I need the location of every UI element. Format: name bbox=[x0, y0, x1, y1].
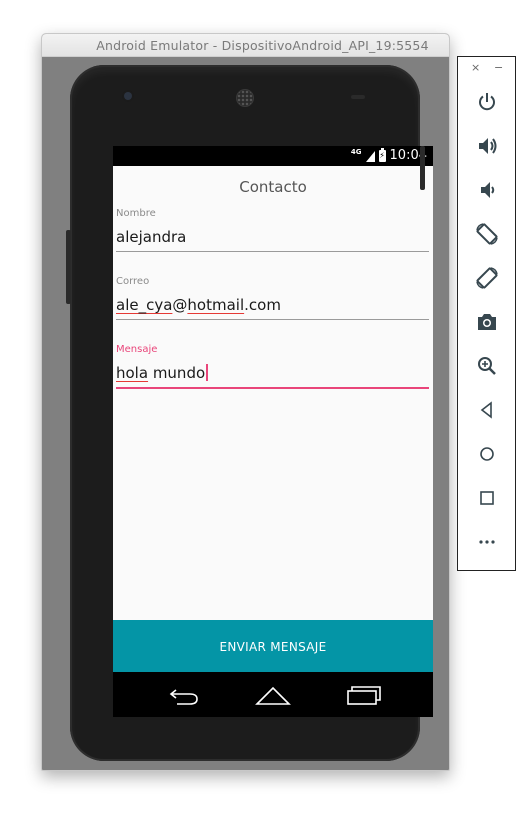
correo-value-at: @ bbox=[172, 296, 188, 314]
mensaje-value-word2: mundo bbox=[148, 364, 206, 382]
nombre-input[interactable]: alejandra bbox=[116, 227, 429, 252]
emulator-toolbar: × − bbox=[457, 56, 516, 571]
recents-icon[interactable] bbox=[343, 682, 383, 708]
correo-label: Correo bbox=[116, 276, 150, 287]
status-bar: 4G 10:04 bbox=[113, 146, 433, 166]
proximity-sensor bbox=[351, 95, 365, 99]
earpiece-speaker bbox=[236, 89, 254, 107]
nombre-field: Nombre alejandra bbox=[116, 208, 429, 252]
navigation-bar bbox=[113, 672, 433, 717]
phone-frame: 4G 10:04 Contacto Nombre alejandra Corre… bbox=[70, 65, 433, 761]
power-icon[interactable] bbox=[474, 89, 500, 115]
send-message-button[interactable]: ENVIAR MENSAJE bbox=[113, 620, 433, 672]
toolbar-minimize-button[interactable]: − bbox=[494, 61, 503, 74]
mensaje-field: Mensaje hola mundo bbox=[116, 344, 429, 389]
volume-side-button bbox=[66, 230, 71, 304]
window-titlebar[interactable]: Android Emulator - DispositivoAndroid_AP… bbox=[42, 34, 449, 57]
home-icon[interactable] bbox=[253, 682, 293, 708]
mensaje-input[interactable]: hola mundo bbox=[116, 363, 429, 389]
toolbar-back-icon[interactable] bbox=[474, 397, 500, 423]
correo-value-domain: hotmail bbox=[187, 296, 245, 314]
rotate-left-icon[interactable] bbox=[474, 221, 500, 247]
toolbar-close-button[interactable]: × bbox=[471, 61, 480, 74]
correo-value-user: ale_cya bbox=[116, 296, 173, 314]
device-screen: 4G 10:04 Contacto Nombre alejandra Corre… bbox=[113, 146, 433, 717]
back-icon[interactable] bbox=[164, 682, 204, 708]
correo-field: Correo ale_cya@hotmail.com bbox=[116, 276, 429, 320]
text-cursor bbox=[206, 364, 208, 381]
emulator-window: Android Emulator - DispositivoAndroid_AP… bbox=[41, 33, 450, 771]
nombre-value: alejandra bbox=[116, 228, 187, 246]
window-title: Android Emulator - DispositivoAndroid_AP… bbox=[96, 38, 429, 53]
overview-icon[interactable] bbox=[474, 485, 500, 511]
volume-up-icon[interactable] bbox=[474, 133, 500, 159]
more-icon[interactable] bbox=[474, 529, 500, 555]
rotate-right-icon[interactable] bbox=[474, 265, 500, 291]
nombre-label: Nombre bbox=[116, 208, 156, 219]
mensaje-label: Mensaje bbox=[116, 344, 158, 355]
power-side-button bbox=[420, 146, 425, 190]
correo-input[interactable]: ale_cya@hotmail.com bbox=[116, 295, 429, 320]
toolbar-home-icon[interactable] bbox=[474, 441, 500, 467]
volume-down-icon[interactable] bbox=[474, 177, 500, 203]
camera-icon[interactable] bbox=[474, 309, 500, 335]
zoom-icon[interactable] bbox=[474, 353, 500, 379]
front-camera bbox=[124, 92, 132, 100]
mensaje-value-word1: hola bbox=[116, 364, 149, 382]
app-title: Contacto bbox=[239, 178, 307, 196]
network-type: 4G bbox=[350, 148, 362, 156]
correo-value-tld: .com bbox=[244, 296, 281, 314]
signal-icon bbox=[365, 151, 375, 162]
battery-charging-icon bbox=[378, 148, 386, 162]
